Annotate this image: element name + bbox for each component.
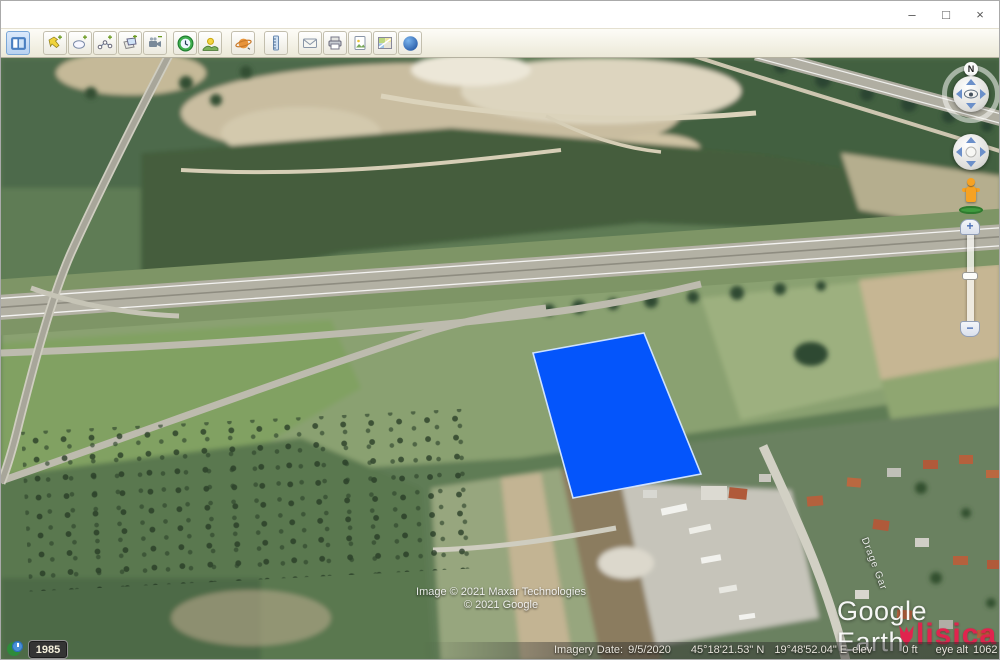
pegman-body xyxy=(966,186,976,202)
show-ruler-button[interactable] xyxy=(264,31,288,55)
polygon-icon xyxy=(72,35,88,51)
look-right-arrow-icon[interactable] xyxy=(980,89,986,99)
historical-imagery-button[interactable] xyxy=(173,31,197,55)
move-joystick[interactable] xyxy=(953,134,989,170)
path-icon xyxy=(97,35,113,51)
maximize-button[interactable]: □ xyxy=(929,1,963,28)
add-placemark-button[interactable] xyxy=(43,31,67,55)
elevation-value: 0 ft xyxy=(902,644,917,656)
add-polygon-button[interactable] xyxy=(68,31,92,55)
sunlight-button[interactable] xyxy=(198,31,222,55)
view-in-google-maps-button[interactable] xyxy=(373,31,397,55)
move-down-arrow-icon[interactable] xyxy=(966,161,976,167)
placemark-pin-icon xyxy=(47,35,63,51)
latitude-value: 45°18'21.53" N xyxy=(691,644,764,656)
email-button[interactable] xyxy=(298,31,322,55)
move-up-arrow-icon[interactable] xyxy=(966,137,976,143)
zoom-in-button[interactable]: + xyxy=(960,219,980,235)
record-tour-button[interactable] xyxy=(143,31,167,55)
pegman-control[interactable] xyxy=(957,178,985,214)
imagery-date-value: 9/5/2020 xyxy=(628,644,671,656)
elevation-label: elev xyxy=(852,644,872,656)
pegman-head xyxy=(967,178,975,186)
eye-altitude-label: eye alt xyxy=(936,644,968,656)
look-left-arrow-icon[interactable] xyxy=(956,89,962,99)
tour-camera-icon xyxy=(147,35,163,51)
zoom-slider-thumb[interactable] xyxy=(962,272,978,280)
globe-button[interactable] xyxy=(398,31,422,55)
print-button[interactable] xyxy=(323,31,347,55)
google-maps-icon xyxy=(377,35,393,51)
eye-icon xyxy=(964,90,978,99)
window-titlebar: – □ × xyxy=(1,1,1000,28)
longitude-value: 19°48'52.04" E xyxy=(774,644,847,656)
toolbar xyxy=(1,28,1000,58)
move-right-arrow-icon[interactable] xyxy=(980,147,986,157)
save-image-icon xyxy=(352,35,368,51)
email-envelope-icon xyxy=(302,35,318,51)
look-down-arrow-icon[interactable] xyxy=(966,103,976,109)
switch-planets-button[interactable] xyxy=(231,31,255,55)
sunlight-icon xyxy=(202,35,219,52)
close-button[interactable]: × xyxy=(963,1,997,28)
imagery-date-label: Imagery Date: xyxy=(554,644,623,656)
printer-icon xyxy=(327,35,343,51)
add-path-button[interactable] xyxy=(93,31,117,55)
map-viewport[interactable]: Drage Gar Image © 2021 Maxar Technologie… xyxy=(1,58,1000,660)
zoom-out-button[interactable]: − xyxy=(960,321,980,337)
toggle-sidebar-button[interactable] xyxy=(6,31,30,55)
ruler-icon xyxy=(268,35,284,51)
eye-altitude-value: 1062 ft xyxy=(973,644,1000,656)
globe-icon xyxy=(402,35,419,52)
saturn-icon xyxy=(235,35,252,52)
orchard-trees xyxy=(21,408,479,591)
add-image-overlay-button[interactable] xyxy=(118,31,142,55)
google-earth-window: – □ × xyxy=(0,0,1000,660)
north-indicator[interactable]: N xyxy=(964,62,978,76)
history-clock-icon xyxy=(177,35,194,52)
move-left-arrow-icon[interactable] xyxy=(956,147,962,157)
status-bar-text: Imagery Date: 9/5/2020 45°18'21.53" N 19… xyxy=(554,644,1000,656)
pan-hand-icon xyxy=(966,147,977,158)
look-up-arrow-icon[interactable] xyxy=(966,79,976,85)
save-image-button[interactable] xyxy=(348,31,372,55)
image-overlay-icon xyxy=(122,35,138,51)
look-joystick[interactable] xyxy=(953,76,989,112)
sidebar-icon xyxy=(10,35,27,52)
minimize-button[interactable]: – xyxy=(895,1,929,28)
pegman-base xyxy=(959,206,983,214)
